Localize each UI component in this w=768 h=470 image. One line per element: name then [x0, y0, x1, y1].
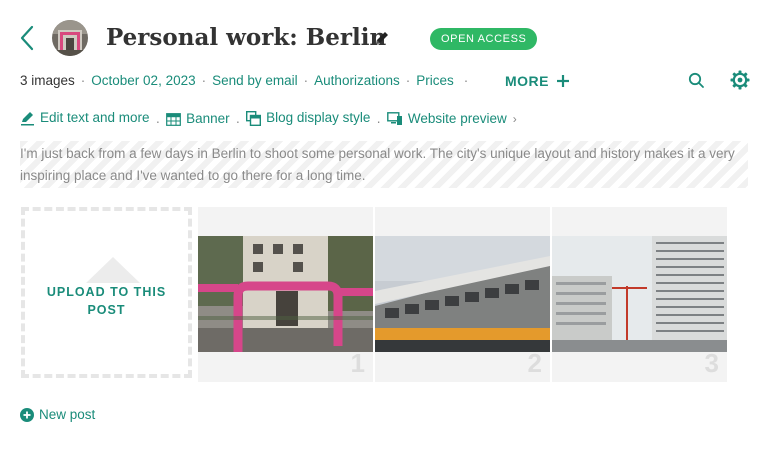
image-number: 3: [704, 348, 719, 378]
photo-office-towers: [552, 236, 727, 352]
post-date-link[interactable]: October 02, 2023: [91, 73, 195, 88]
post-avatar: [52, 20, 88, 56]
monitor-icon: [387, 111, 402, 125]
upload-label: UPLOAD TO THIS POST: [46, 285, 167, 317]
separator-dot: ·: [155, 113, 161, 129]
layout-icon: [246, 110, 262, 126]
image-count: 3 images: [20, 73, 75, 88]
website-preview-label: Website preview: [407, 110, 507, 126]
photo-pink-pipe: [198, 236, 373, 352]
separator-dot: ·: [405, 73, 411, 88]
upload-dropzone[interactable]: UPLOAD TO THIS POST: [21, 207, 192, 378]
banner-icon: [166, 112, 181, 126]
access-status-badge: OPEN ACCESS: [430, 28, 538, 50]
edit-text-label: Edit text and more: [40, 110, 150, 125]
edit-icon: [21, 111, 34, 125]
pencil-edit-icon[interactable]: [373, 29, 391, 47]
image-thumbnail[interactable]: 2: [375, 207, 550, 382]
plus-circle-icon: [20, 408, 34, 422]
prices-link[interactable]: Prices: [416, 73, 454, 88]
back-arrow-icon[interactable]: [17, 24, 39, 52]
separator-dot: ·: [376, 113, 381, 129]
new-post-button[interactable]: New post: [20, 406, 95, 424]
gear-icon[interactable]: [730, 70, 750, 90]
authorizations-link[interactable]: Authorizations: [314, 73, 400, 88]
website-preview-action[interactable]: Website preview ›: [387, 109, 517, 129]
image-thumbnail[interactable]: 1: [198, 207, 373, 382]
page-header: Personal work: Berlin OPEN ACCESS: [0, 0, 768, 76]
chevron-right-icon: ›: [512, 111, 517, 126]
page-title: Personal work: Berlin: [106, 24, 387, 51]
plus-icon[interactable]: [556, 72, 570, 90]
search-icon[interactable]: [687, 71, 705, 89]
post-description[interactable]: I'm just back from a few days in Berlin …: [20, 141, 748, 188]
separator-dot: ·: [235, 113, 241, 129]
new-post-label: New post: [39, 407, 96, 422]
blog-display-style-action[interactable]: Blog display style: [246, 108, 370, 128]
image-number: 2: [527, 348, 542, 378]
blog-display-style-label: Blog display style: [266, 110, 371, 125]
separator-dot: ·: [201, 73, 207, 88]
edit-text-action[interactable]: Edit text and more: [20, 108, 150, 128]
separator-dot: ·: [303, 73, 309, 88]
send-by-email-link[interactable]: Send by email: [212, 73, 298, 88]
image-thumbnail[interactable]: 3: [552, 207, 727, 382]
image-number: 1: [350, 348, 365, 378]
banner-label: Banner: [186, 111, 230, 126]
more-menu-button[interactable]: MORE: [505, 72, 549, 90]
separator-dot: ·: [463, 73, 469, 88]
separator-dot: ·: [80, 73, 86, 88]
photo-modern-building: [375, 236, 550, 352]
post-actions-row: Edit text and more · Banner · Blog displ…: [20, 108, 517, 129]
post-meta-row: 3 images · October 02, 2023 · Send by email ·…: [20, 72, 474, 90]
banner-action[interactable]: Banner: [166, 109, 230, 129]
